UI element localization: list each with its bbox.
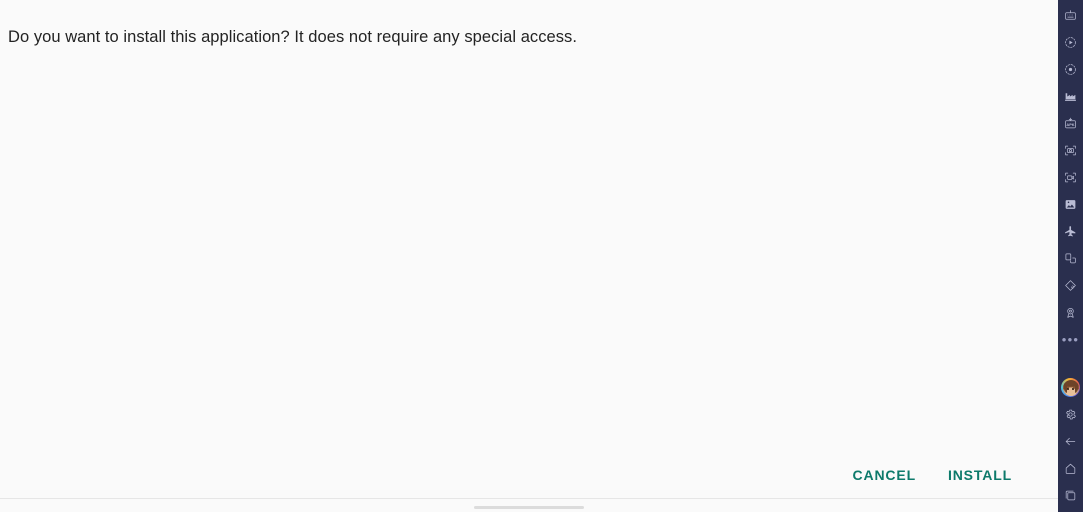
- gesture-pill[interactable]: [474, 506, 584, 509]
- install-button[interactable]: INSTALL: [938, 458, 1022, 492]
- more-dots-glyph: •••: [1061, 331, 1080, 347]
- avatar-eyes: [1063, 387, 1079, 390]
- airplane-icon[interactable]: [1058, 218, 1083, 245]
- record-circle-icon[interactable]: [1058, 56, 1083, 83]
- gear-icon[interactable]: [1058, 401, 1083, 428]
- rotate-layout-icon[interactable]: [1058, 245, 1083, 272]
- play-circle-icon[interactable]: [1058, 29, 1083, 56]
- camera-capture-icon[interactable]: [1058, 137, 1083, 164]
- cancel-button[interactable]: CANCEL: [843, 458, 926, 492]
- keyboard-icon[interactable]: [1058, 2, 1083, 29]
- avatar-icon[interactable]: [1061, 378, 1080, 397]
- apk-install-icon[interactable]: APK: [1058, 110, 1083, 137]
- emulator-toolbar: APK •••: [1058, 0, 1083, 512]
- video-capture-icon[interactable]: [1058, 164, 1083, 191]
- dialog-message: Do you want to install this application?…: [8, 28, 577, 46]
- factory-icon[interactable]: [1058, 83, 1083, 110]
- svg-text:APK: APK: [1066, 122, 1074, 127]
- fold-resize-icon[interactable]: [1058, 272, 1083, 299]
- emulator-window: Do you want to install this application?…: [0, 0, 1083, 512]
- more-dots-icon[interactable]: •••: [1058, 326, 1083, 353]
- arrow-back-icon[interactable]: [1058, 428, 1083, 455]
- dialog-content-spacer: [0, 48, 1058, 458]
- toolbar-top-group: APK •••: [1058, 0, 1083, 353]
- recent-apps-icon[interactable]: [1058, 482, 1083, 509]
- avatar-image: [1062, 379, 1079, 396]
- location-pin-icon[interactable]: [1058, 299, 1083, 326]
- toolbar-bottom-group: [1058, 378, 1083, 512]
- photo-gallery-icon[interactable]: [1058, 191, 1083, 218]
- system-navigation-bar: [0, 498, 1058, 512]
- device-screen: Do you want to install this application?…: [0, 0, 1058, 512]
- home-icon[interactable]: [1058, 455, 1083, 482]
- install-application-dialog: Do you want to install this application?…: [0, 0, 1058, 512]
